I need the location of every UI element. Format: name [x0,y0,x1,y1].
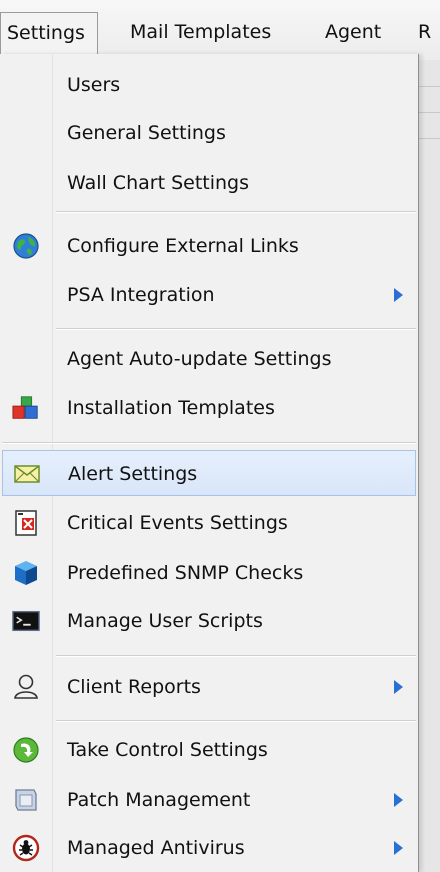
menu-item-label: PSA Integration [67,284,215,306]
terminal-icon [12,608,40,634]
menu-item-take-control-settings[interactable]: Take Control Settings [2,727,416,773]
cube-icon [12,560,40,586]
menu-item-general-settings[interactable]: General Settings [2,110,416,156]
menu-item-alert-settings[interactable]: Alert Settings [2,450,416,496]
menu-item-installation-templates[interactable]: Installation Templates [2,385,416,431]
submenu-arrow-icon [394,841,403,855]
menu-separator [56,720,416,722]
menu-item-label: Managed Antivirus [67,837,245,859]
globe-icon [12,233,40,259]
menu-separator [56,655,416,657]
menu-settings[interactable]: Settings [0,12,98,55]
menu-item-psa-integration[interactable]: PSA Integration [2,272,416,318]
settings-dropdown-menu: Users General Settings Wall Chart Settin… [0,54,419,872]
menu-agent[interactable]: Agent [325,14,381,50]
menu-item-label: Users [67,74,121,96]
menu-item-label: Alert Settings [68,463,198,485]
menu-item-manage-user-scripts[interactable]: Manage User Scripts [2,598,416,644]
menu-separator [2,442,416,444]
menu-item-client-reports[interactable]: Client Reports [2,664,416,710]
menu-item-label: Agent Auto-update Settings [67,348,332,370]
antivirus-bug-icon [12,834,40,862]
menu-item-label: Take Control Settings [67,739,268,761]
patch-icon [12,787,40,813]
background-window-strip [418,60,440,872]
menu-item-label: General Settings [67,122,226,144]
menu-item-configure-external-links[interactable]: Configure External Links [2,223,416,269]
menu-item-label: Manage User Scripts [67,610,263,632]
envelope-icon [13,461,41,487]
menu-item-label: Wall Chart Settings [67,172,249,194]
take-control-icon [12,737,40,763]
menu-item-label: Patch Management [67,789,251,811]
menu-item-predefined-snmp-checks[interactable]: Predefined SNMP Checks [2,550,416,596]
menu-item-label: Critical Events Settings [67,512,288,534]
menu-item-critical-events-settings[interactable]: Critical Events Settings [2,500,416,546]
menu-item-label: Configure External Links [67,235,299,257]
person-icon [12,674,40,700]
submenu-arrow-icon [394,793,403,807]
menu-item-users[interactable]: Users [2,62,416,108]
submenu-arrow-icon [394,680,403,694]
menu-item-label: Installation Templates [67,397,275,419]
menu-item-agent-auto-update-settings[interactable]: Agent Auto-update Settings [2,336,416,382]
menu-r-truncated[interactable]: R [418,14,431,50]
critical-events-icon [12,510,40,536]
menu-separator [56,328,416,330]
menu-separator [56,211,416,213]
menu-item-patch-management[interactable]: Patch Management [2,777,416,823]
submenu-arrow-icon [394,288,403,302]
menu-bar: Settings Mail Templates Agent R [0,0,440,61]
menu-item-wall-chart-settings[interactable]: Wall Chart Settings [2,160,416,206]
menu-item-managed-antivirus[interactable]: Managed Antivirus [2,825,416,871]
menu-mail-templates[interactable]: Mail Templates [130,14,271,50]
blocks-icon [12,395,40,421]
menu-item-label: Client Reports [67,676,201,698]
menu-item-label: Predefined SNMP Checks [67,562,304,584]
